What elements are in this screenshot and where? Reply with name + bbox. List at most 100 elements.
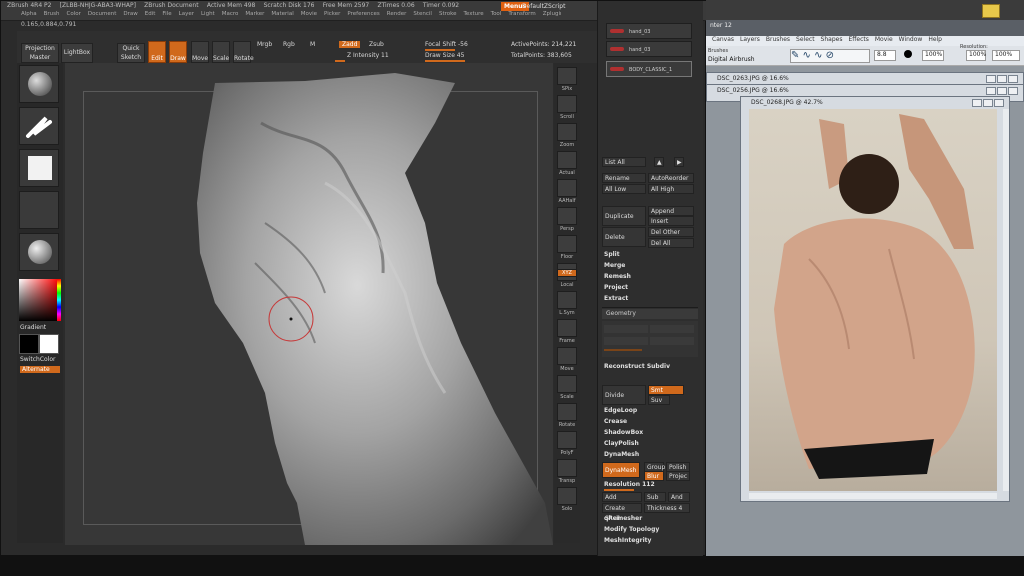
all-low-button[interactable]: All Low [602,184,646,194]
rename-button[interactable]: Rename [602,173,646,183]
suv-toggle[interactable]: Suv [648,395,670,405]
menu-texture[interactable]: Texture [464,11,484,17]
move-button[interactable]: Move [191,41,209,63]
menu-help[interactable]: Help [928,36,942,43]
del-all-button[interactable]: Del All [648,238,694,248]
add-button[interactable]: Add [602,492,642,502]
folder-icon[interactable] [982,4,1000,18]
zbrush-canvas[interactable] [65,63,553,545]
menu-layer[interactable]: Layer [179,11,194,17]
mrgb-button[interactable]: Mrgb [257,41,272,48]
brush-tool-icons[interactable]: ✎ ∿ ∿ ⊘ [790,49,870,63]
menu-window[interactable]: Window [899,36,923,43]
shelf-floor-button[interactable] [557,235,577,253]
menu-stroke[interactable]: Stroke [439,11,457,17]
window-buttons[interactable] [971,99,1005,107]
menu-edit[interactable]: Edit [145,11,156,17]
menu-material[interactable]: Material [271,11,293,17]
smt-toggle[interactable]: Smt [648,385,684,395]
menu-movie[interactable]: Movie [875,36,893,43]
menu-alpha[interactable]: Alpha [21,11,37,17]
hue-strip[interactable] [57,279,61,321]
horizontal-scrollbar[interactable] [749,493,997,499]
shelf-scale-button[interactable] [557,375,577,393]
modify-topology-button[interactable]: Modify Topology [604,526,659,533]
window-buttons[interactable] [985,75,1019,83]
dynamesh-subpalette-header[interactable]: DynaMesh [604,451,639,458]
focal-shift-slider[interactable]: Focal Shift -56 [425,41,468,48]
sub-button[interactable]: Sub [644,492,666,502]
all-high-button[interactable]: All High [648,184,694,194]
merge-button[interactable]: Merge [604,262,625,269]
shelf-spix-button[interactable] [557,67,577,85]
and-button[interactable]: And [668,492,690,502]
draw-size-slider[interactable]: Draw Size 45 [425,52,464,59]
vertical-scrollbar[interactable] [1003,109,1009,491]
menu-zplugin[interactable]: Zplugin [543,11,561,17]
shelf-actual-button[interactable] [557,151,577,169]
project-toggle[interactable]: Projec [666,471,690,481]
menu-shapes[interactable]: Shapes [821,36,843,43]
menu-document[interactable]: Document [88,11,117,17]
zsub-button[interactable]: Zsub [369,41,384,48]
shelf-move-button[interactable] [557,347,577,365]
shelf-solo-button[interactable] [557,487,577,505]
subtool-slot[interactable]: hand_03 [606,41,692,57]
reconstruct-subdiv-button[interactable]: Reconstruct Subdiv [604,363,670,370]
menu-light[interactable]: Light [201,11,215,17]
project-button[interactable]: Project [604,284,628,291]
thickness-slider[interactable]: Thickness 4 [644,503,690,513]
texture-selector[interactable] [19,191,59,229]
shelf-transp-button[interactable] [557,459,577,477]
shelf-persp-button[interactable] [557,207,577,225]
stroke-selector[interactable] [19,107,59,145]
shelf-scroll-button[interactable] [557,95,577,113]
size-field[interactable]: 8.8 [874,50,896,61]
opacity2-field[interactable]: 100% [966,50,986,61]
menu-select[interactable]: Select [796,36,815,43]
extract-button[interactable]: Extract [604,295,628,302]
rotate-button[interactable]: Rotate [233,41,254,63]
append-button[interactable]: Append [648,206,694,216]
material-selector[interactable] [19,233,59,271]
gradient-label[interactable]: Gradient [20,324,46,331]
main-color-swatch[interactable] [19,334,39,354]
menu-transform[interactable]: Transform [508,11,535,17]
arrow-up-icon[interactable]: ▲ [654,157,664,167]
menu-draw[interactable]: Draw [123,11,137,17]
geometry-palette-header[interactable]: Geometry [602,309,698,319]
quick-sketch-button[interactable]: Quick Sketch [117,43,145,63]
shelf-zoom-button[interactable] [557,123,577,141]
meshintegrity-button[interactable]: MeshIntegrity [604,537,651,544]
shelf-lsym-button[interactable] [557,291,577,309]
menu-picker[interactable]: Picker [324,11,340,17]
del-other-button[interactable]: Del Other [648,227,694,237]
edit-button[interactable]: Edit [148,41,166,63]
menu-effects[interactable]: Effects [848,36,868,43]
shelf-frame-button[interactable] [557,319,577,337]
menu-brushes[interactable]: Brushes [766,36,790,43]
opacity-field[interactable]: 100% [922,50,944,61]
lightbox-button[interactable]: LightBox [61,43,93,63]
z-intensity-slider[interactable]: Z Intensity 11 [347,52,389,59]
qremesher-button[interactable]: qRemesher [604,515,642,522]
switch-color-button[interactable]: SwitchColor [20,356,56,363]
projection-master-button[interactable]: Projection Master [21,43,59,63]
split-button[interactable]: Split [604,251,620,258]
menu-color[interactable]: Color [67,11,81,17]
xyz-symmetry-button[interactable]: XYZ [557,269,577,277]
color-picker[interactable] [19,279,61,321]
insert-button[interactable]: Insert [648,216,694,226]
crease-button[interactable]: Crease [604,418,627,425]
scale-button[interactable]: Scale [212,41,230,63]
menu-stencil[interactable]: Stencil [413,11,432,17]
resolution-field[interactable]: 100% [992,50,1020,61]
rgb-button[interactable]: Rgb [283,41,295,48]
zadd-button[interactable]: Zadd [339,41,361,48]
menu-preferences[interactable]: Preferences [347,11,379,17]
secondary-color-swatch[interactable] [39,334,59,354]
alpha-selector[interactable] [19,149,59,187]
brush-tip-icon[interactable] [904,50,912,58]
default-zscript-button[interactable]: DefaultZScript [522,2,565,11]
auto-reorder-button[interactable]: AutoReorder [648,173,694,183]
